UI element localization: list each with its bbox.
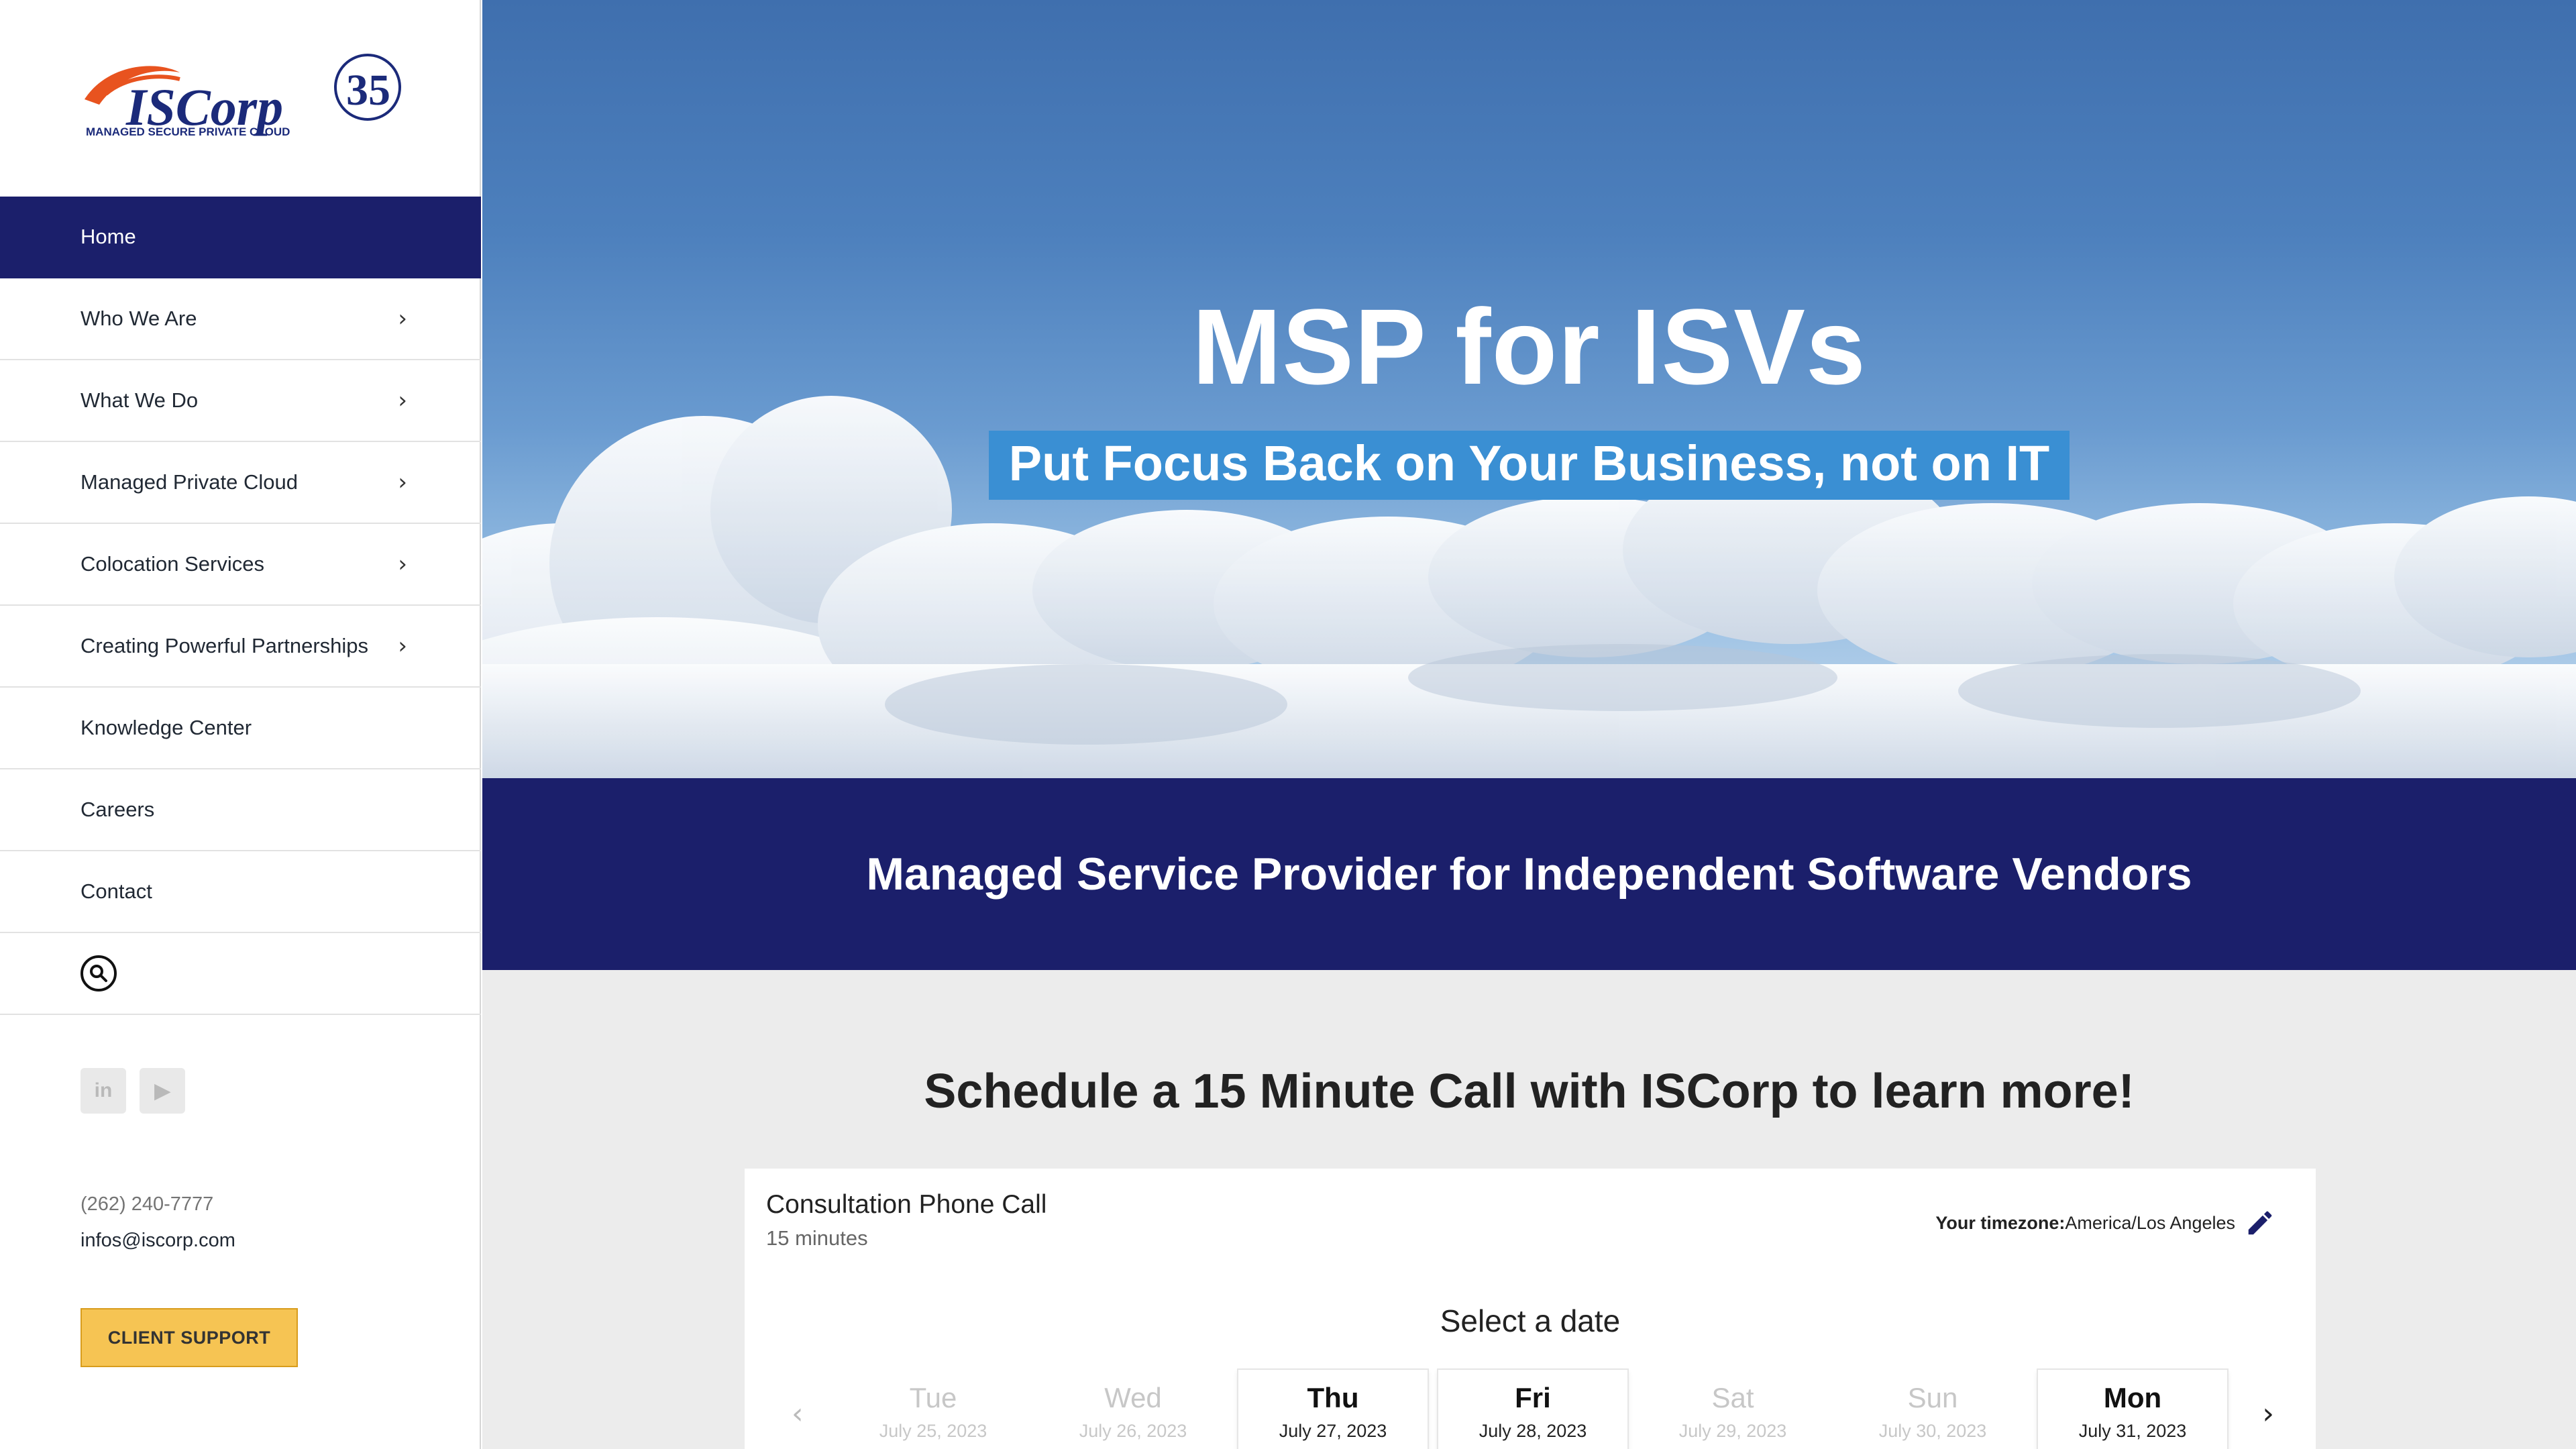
youtube-icon[interactable]: ▶	[140, 1068, 185, 1114]
nav-item-contact[interactable]: Contact	[0, 851, 481, 933]
event-duration: 15 minutes	[766, 1226, 868, 1250]
nav-search[interactable]	[0, 933, 481, 1015]
hero-title: MSP for ISVs	[1192, 286, 1866, 407]
date-day-name: Sat	[1711, 1382, 1754, 1413]
nav-item-careers[interactable]: Careers	[0, 769, 481, 851]
email-link[interactable]: infos@iscorp.com	[80, 1222, 235, 1258]
timezone-label: Your timezone:	[1935, 1213, 2065, 1233]
timezone-display[interactable]: Your timezone:America/Los Angeles	[1935, 1213, 2235, 1234]
schedule-section: Schedule a 15 Minute Call with ISCorp to…	[482, 970, 2576, 1449]
banner-text: Managed Service Provider for Independent…	[866, 849, 2192, 900]
nav-item-label: Careers	[80, 798, 155, 821]
date-picker: ‹ Tue July 25, 2023 Wed July 26, 2023 Th…	[785, 1370, 2281, 1449]
date-day-date: July 28, 2023	[1479, 1421, 1587, 1441]
edit-timezone-icon[interactable]	[2245, 1208, 2275, 1238]
date-option[interactable]: Thu July 27, 2023	[1238, 1370, 1428, 1449]
nav-item-knowledge-center[interactable]: Knowledge Center	[0, 688, 481, 769]
nav-item-label: Contact	[80, 879, 152, 903]
nav-item-what-we-do[interactable]: What We Do ›	[0, 360, 481, 442]
booking-card: Consultation Phone Call 15 minutes Your …	[745, 1169, 2316, 1449]
chevron-right-icon: ›	[398, 469, 407, 496]
logo-badge: 35	[346, 66, 390, 115]
nav-item-label: Who We Are	[80, 307, 197, 330]
date-day-date: July 29, 2023	[1678, 1421, 1787, 1441]
date-day-name: Thu	[1307, 1382, 1359, 1413]
schedule-heading-prefix: Schedule a	[924, 1065, 1193, 1118]
hero-subtitle: Put Focus Back on Your Business, not on …	[988, 431, 2070, 500]
chevron-right-icon: ›	[398, 305, 407, 332]
date-day-date: July 26, 2023	[1079, 1421, 1187, 1441]
chevron-right-icon[interactable]: ›	[2262, 1397, 2274, 1431]
tagline-banner: Managed Service Provider for Independent…	[482, 778, 2576, 970]
nav-item-label: Knowledge Center	[80, 716, 252, 739]
date-day-date: July 30, 2023	[1878, 1421, 1987, 1441]
chevron-right-icon: ›	[398, 633, 407, 659]
date-option: Tue July 25, 2023	[839, 1370, 1028, 1449]
search-icon[interactable]	[80, 955, 117, 991]
date-option[interactable]: Mon July 31, 2023	[2038, 1370, 2227, 1449]
date-day-date: July 27, 2023	[1279, 1421, 1387, 1441]
iscorp-logo[interactable]: ISCorp 35 MANAGED SECURE PRIVATE CLOUD	[79, 52, 401, 146]
contact-info: (262) 240-7777 infos@iscorp.com	[80, 1186, 235, 1258]
social-links: in ▶	[80, 1068, 185, 1114]
date-day-name: Wed	[1104, 1382, 1162, 1413]
date-day-name: Sun	[1907, 1382, 1958, 1413]
chevron-right-icon: ›	[398, 551, 407, 578]
date-option: Sun July 30, 2023	[1838, 1370, 2027, 1449]
date-option: Sat July 29, 2023	[1638, 1370, 1827, 1449]
logo-tagline: MANAGED SECURE PRIVATE CLOUD	[86, 125, 290, 138]
date-day-date: July 31, 2023	[2078, 1421, 2187, 1441]
client-support-button[interactable]: CLIENT SUPPORT	[80, 1308, 298, 1367]
chevron-right-icon: ›	[398, 387, 407, 414]
schedule-heading-suffix: with ISCorp to learn more!	[1517, 1065, 2135, 1118]
date-option[interactable]: Fri July 28, 2023	[1438, 1370, 1627, 1449]
nav-item-label: Managed Private Cloud	[80, 470, 298, 494]
nav-item-who-we-are[interactable]: Who We Are ›	[0, 278, 481, 360]
chevron-left-icon[interactable]: ‹	[792, 1397, 804, 1431]
nav-item-label: What We Do	[80, 388, 199, 412]
date-day-name: Fri	[1515, 1382, 1551, 1413]
nav-item-creating-powerful-partnerships[interactable]: Creating Powerful Partnerships ›	[0, 606, 481, 688]
nav-item-home[interactable]: Home	[0, 197, 481, 278]
phone-number[interactable]: (262) 240-7777	[80, 1186, 235, 1222]
timezone-value: America/Los Angeles	[2065, 1213, 2235, 1233]
date-day-name: Mon	[2103, 1382, 2162, 1413]
event-title: Consultation Phone Call	[766, 1190, 1047, 1219]
nav-item-colocation-services[interactable]: Colocation Services ›	[0, 524, 481, 606]
main-nav: Home Who We Are › What We Do › Managed P…	[0, 197, 481, 1015]
sidebar: ISCorp 35 MANAGED SECURE PRIVATE CLOUD H…	[0, 0, 481, 1449]
nav-item-label: Creating Powerful Partnerships	[80, 634, 369, 657]
nav-item-label: Colocation Services	[80, 552, 264, 576]
schedule-heading: Schedule a 15 Minute Call with ISCorp to…	[482, 1064, 2576, 1119]
nav-item-managed-private-cloud[interactable]: Managed Private Cloud ›	[0, 442, 481, 524]
linkedin-icon[interactable]: in	[80, 1068, 126, 1114]
date-day-name: Tue	[909, 1382, 957, 1413]
nav-item-label: Home	[80, 225, 136, 248]
date-option: Wed July 26, 2023	[1038, 1370, 1228, 1449]
select-date-label: Select a date	[1440, 1303, 1621, 1338]
date-day-date: July 25, 2023	[879, 1421, 987, 1441]
schedule-heading-bold: 15 Minute Call	[1192, 1065, 1517, 1118]
hero-subtitle-wrap: Put Focus Back on Your Business, not on …	[482, 431, 2576, 500]
hero: MSP for ISVs Put Focus Back on Your Busi…	[482, 0, 2576, 778]
